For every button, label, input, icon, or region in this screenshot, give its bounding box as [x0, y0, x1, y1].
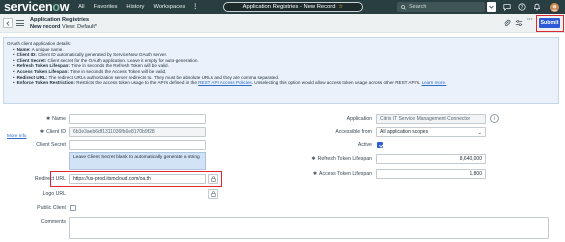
oauth-info-box: OAuth client application details: Name: …: [3, 37, 559, 138]
submit-button[interactable]: Submit: [539, 18, 560, 28]
chevron-left-icon: [6, 20, 10, 26]
user-avatar[interactable]: [550, 2, 559, 12]
application-field: Citrix IT Service Management Connector: [376, 114, 486, 124]
name-input[interactable]: [69, 114, 206, 124]
form-view[interactable]: View: Default*: [62, 24, 97, 30]
redirect-url-label: Redirect URL: [34, 176, 66, 182]
comments-label: Comments: [40, 219, 66, 225]
public-client-checkbox[interactable]: [70, 205, 76, 211]
client-id-label: ✱ Client ID: [39, 129, 66, 135]
rest-api-access-policies-link[interactable]: REST API Access Policies: [198, 80, 252, 85]
learn-more-link[interactable]: Learn more.: [422, 80, 447, 85]
lock-icon: [210, 191, 216, 197]
main-nav: All Favorites History Workspaces ⋮: [78, 4, 207, 10]
accessible-from-label: Accessible from: [335, 129, 372, 135]
search-placeholder: Search: [409, 4, 427, 10]
nav-history[interactable]: History: [126, 4, 144, 10]
redirect-url-lock-button[interactable]: [208, 174, 218, 184]
refresh-token-lifespan-label: ✱ Refresh Token Lifespan: [311, 156, 372, 162]
active-label: Active: [357, 142, 372, 148]
redirect-url-input[interactable]: https://us-prod.itsmcloud.com/oa.th: [69, 174, 206, 184]
more-options-icon[interactable]: ···: [527, 17, 535, 25]
chevron-down-icon: ⌄: [477, 130, 482, 136]
back-button[interactable]: [3, 18, 13, 28]
logo-url-label: Logo URL: [42, 191, 66, 197]
record-title-pill[interactable]: Application Registries - New Record ☆: [223, 2, 363, 12]
access-token-lifespan-label: ✱ Access Token Lifespan: [312, 171, 372, 177]
accessible-from-select[interactable]: All application scopes ⌄: [376, 127, 486, 137]
form-title: Application Registries: [30, 17, 90, 23]
global-search[interactable]: Search: [397, 2, 485, 12]
client-secret-label: Client Secret: [36, 142, 66, 148]
help-icon[interactable]: ?: [518, 3, 526, 11]
nav-workspaces[interactable]: Workspaces: [153, 4, 185, 10]
form-header: Application Registries New record View: …: [0, 14, 565, 33]
record-title: Application Registries - New Record: [242, 4, 336, 10]
search-scope-dropdown[interactable]: [487, 2, 496, 12]
application-label: Application: [346, 116, 372, 122]
submit-highlight-box: Submit: [536, 15, 564, 32]
chat-icon[interactable]: [503, 3, 511, 11]
refresh-token-lifespan-input[interactable]: 8,640,000: [376, 154, 486, 164]
name-label: ✱ Name: [45, 116, 66, 122]
public-client-label: Public Client: [37, 205, 66, 211]
notifications-bell-icon[interactable]: [533, 3, 541, 11]
record-status: New record: [30, 24, 61, 30]
lock-icon: [210, 176, 216, 182]
client-secret-input[interactable]: [69, 140, 206, 150]
info-item: Enforce Token Restriction: Restricts the…: [13, 80, 555, 86]
context-menu-icon[interactable]: [16, 19, 24, 27]
logo-url-lock-button[interactable]: [208, 189, 218, 199]
access-token-lifespan-input[interactable]: 1,800: [376, 169, 486, 179]
info-circle-icon[interactable]: i: [490, 114, 499, 123]
nav-favorites[interactable]: Favorites: [94, 4, 118, 10]
nav-more-icon[interactable]: ⋮: [192, 4, 198, 10]
comments-textarea[interactable]: [69, 217, 549, 239]
search-icon: [401, 4, 406, 10]
servicenow-logo[interactable]: servicenow: [4, 0, 69, 14]
attachment-paperclip-icon[interactable]: [503, 19, 511, 27]
favorite-star-icon[interactable]: ☆: [338, 4, 343, 10]
nav-all[interactable]: All: [78, 4, 84, 10]
form-subtitle: New record View: Default*: [30, 24, 97, 30]
active-checkbox[interactable]: [377, 142, 383, 148]
info-list: Name: A unique name. Client ID: Client I…: [7, 47, 555, 86]
accessible-from-value: All application scopes: [380, 129, 429, 135]
client-secret-tooltip: Leave Client Secret blank to automatical…: [69, 152, 206, 170]
chevron-down-icon: [489, 5, 494, 9]
top-navigation-bar: servicenow All Favorites History Workspa…: [0, 0, 565, 14]
client-id-field: 6b3e3aeb6df1311036fb6e8170b9f28: [69, 127, 206, 137]
settings-sliders-icon[interactable]: [515, 19, 523, 27]
